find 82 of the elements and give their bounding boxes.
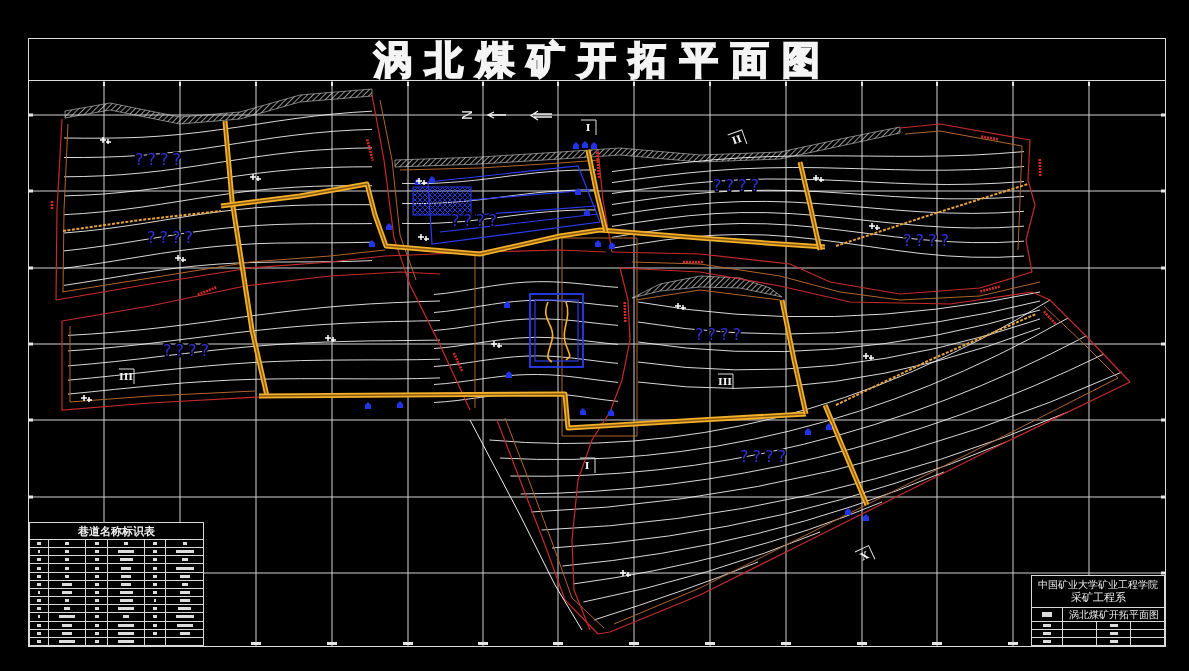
elevation-mark-icon	[619, 569, 632, 578]
illegible-label-mark	[197, 286, 217, 296]
survey-marker-icon	[845, 508, 851, 515]
illegible-label-mark	[1038, 158, 1042, 178]
illegible-text-mark	[123, 615, 129, 619]
illegible-text-mark	[153, 591, 157, 594]
illegible-text-mark	[175, 615, 194, 619]
illegible-text-mark	[178, 607, 191, 611]
survey-marker-icon	[608, 409, 614, 416]
elevation-mark-icon	[812, 174, 825, 183]
illegible-text-mark	[179, 599, 190, 603]
drawing-name: 涡北煤矿开拓平面图	[1068, 609, 1159, 620]
illegible-label-mark	[595, 151, 601, 179]
elevation-mark-icon	[490, 340, 503, 349]
survey-marker-icon	[580, 408, 586, 415]
illegible-label-mark	[683, 260, 703, 264]
north-label: N	[459, 109, 475, 121]
illegible-label-mark	[980, 135, 1000, 141]
survey-marker-icon	[582, 141, 588, 148]
survey-marker-icon	[429, 176, 435, 183]
survey-marker-icon	[397, 401, 403, 408]
elevation-mark-icon	[674, 302, 687, 311]
illegible-text-mark	[59, 615, 75, 619]
illegible-text-mark	[179, 591, 190, 594]
illegible-label-mark	[365, 139, 375, 161]
illegible-text-mark	[119, 591, 133, 594]
survey-marker-icon	[369, 240, 375, 247]
elevation-mark-icon	[99, 136, 112, 145]
illegible-label-mark	[980, 285, 1000, 293]
elevation-mark-icon	[415, 177, 428, 186]
illegible-text-mark	[175, 566, 194, 570]
illegible-label-mark	[50, 201, 54, 209]
illegible-text-mark	[118, 631, 134, 635]
elevation-mark-icon	[324, 334, 337, 343]
survey-marker-icon	[584, 209, 590, 216]
illegible-label-mark	[1043, 310, 1057, 326]
survey-marker-icon	[386, 223, 392, 230]
illegible-label-mark	[623, 301, 627, 323]
elevation-mark-icon	[862, 352, 875, 361]
illegible-text-mark	[119, 558, 133, 562]
institution-name: 中国矿业大学矿业工程学院	[1038, 579, 1158, 591]
north-arrow-icon	[486, 110, 553, 121]
illegible-text-mark	[119, 599, 133, 603]
illegible-text-mark	[124, 542, 128, 546]
survey-marker-icon	[573, 142, 579, 149]
illegible-text-mark	[182, 542, 187, 546]
illegible-text-mark	[179, 631, 190, 635]
illegible-text-mark	[181, 558, 188, 562]
area-label: ????	[740, 447, 790, 466]
drawing-title: 涡北煤矿开拓平面图	[373, 40, 833, 79]
illegible-text-mark	[181, 582, 188, 586]
survey-marker-icon	[575, 188, 581, 195]
survey-marker-icon	[595, 240, 601, 247]
survey-marker-icon	[826, 423, 832, 430]
elevation-mark-icon	[80, 394, 93, 403]
elevation-mark-icon	[249, 173, 262, 182]
illegible-text-mark	[175, 550, 194, 554]
survey-marker-icon	[506, 371, 512, 378]
survey-marker-icon	[863, 514, 869, 521]
survey-marker-icon	[365, 402, 371, 409]
illegible-text-mark	[38, 591, 40, 594]
elevation-mark-icon	[868, 222, 881, 231]
survey-marker-icon	[504, 301, 510, 308]
illegible-text-mark	[59, 639, 75, 643]
survey-marker-icon	[591, 142, 597, 149]
illegible-text-mark	[118, 639, 134, 643]
elevation-mark-icon	[174, 254, 187, 263]
survey-marker-icon	[609, 242, 615, 249]
survey-marker-icon	[415, 178, 421, 185]
department-name: 采矿工程系	[1070, 591, 1126, 605]
illegible-text-mark	[118, 550, 134, 554]
area-label: ????	[713, 176, 763, 195]
illegible-text-mark	[118, 623, 134, 627]
legend-title: 巷道名称标识表	[78, 525, 155, 537]
illegible-text-mark	[176, 623, 193, 627]
area-label: ????	[695, 325, 745, 344]
area-label: ????	[135, 150, 185, 169]
illegible-text-mark	[179, 574, 190, 578]
illegible-text-mark	[118, 607, 134, 611]
illegible-label-mark	[452, 352, 464, 372]
elevation-mark-icon	[417, 233, 430, 242]
survey-marker-icon	[805, 428, 811, 435]
